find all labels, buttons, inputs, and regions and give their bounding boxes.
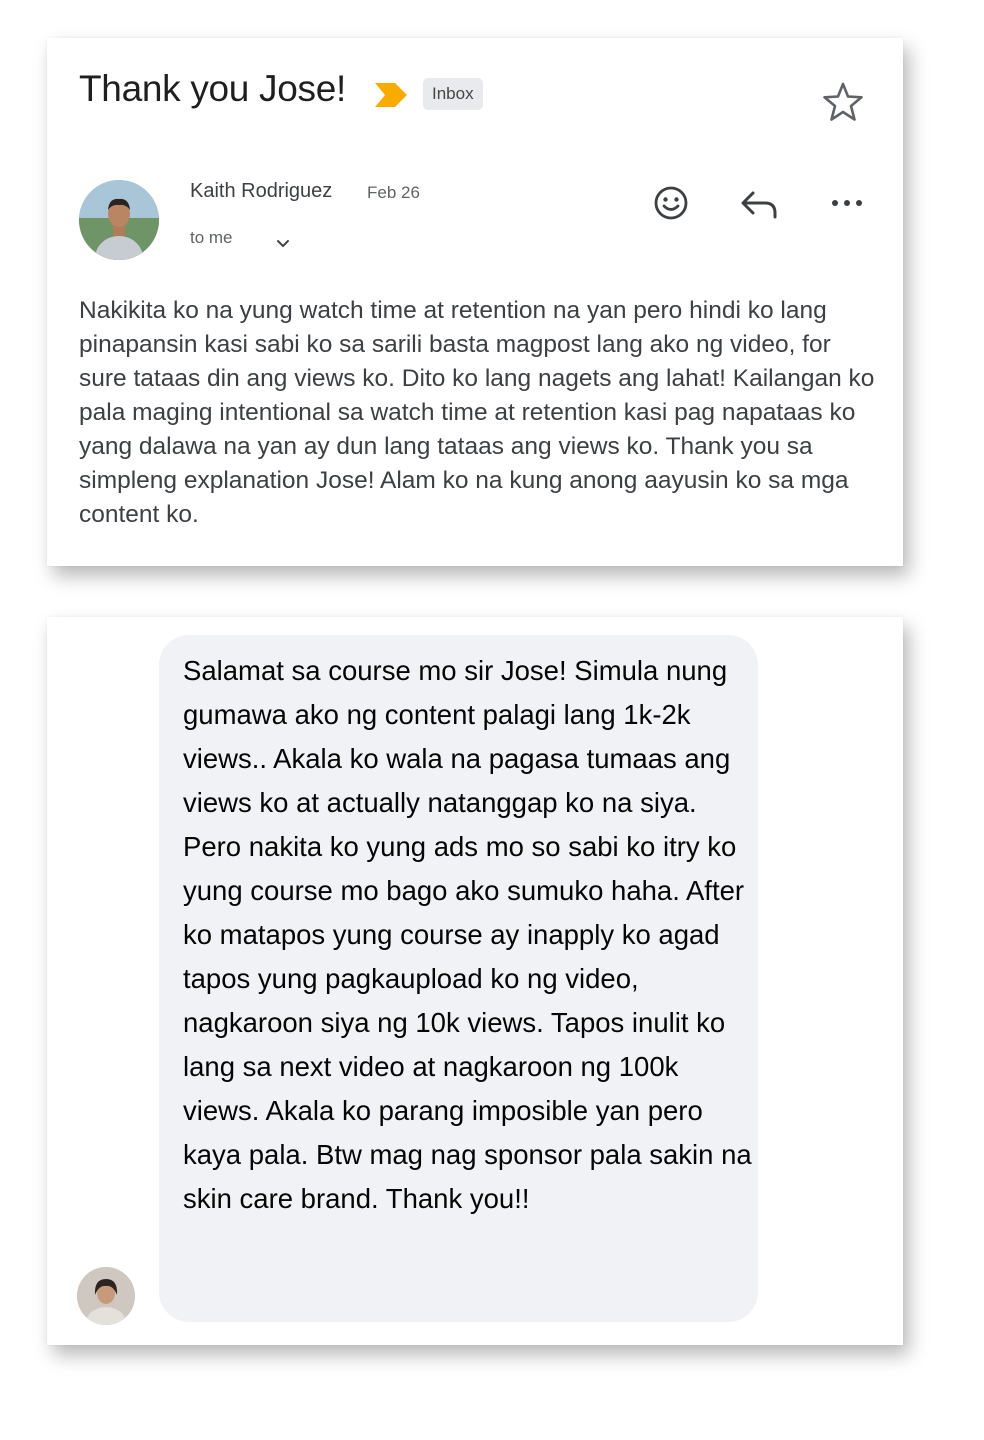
sender-name[interactable]: Kaith Rodriguez: [190, 180, 332, 203]
email-subject: Thank you Jose!: [79, 68, 346, 109]
chat-card: Salamat sa course mo sir Jose! Simula nu…: [47, 617, 903, 1345]
reply-icon[interactable]: [737, 181, 781, 225]
chat-avatar[interactable]: [77, 1267, 135, 1325]
sender-avatar[interactable]: [79, 180, 159, 260]
email-body: Nakikita ko na yung watch time at retent…: [79, 297, 875, 528]
star-icon[interactable]: [821, 80, 865, 124]
message-bubble[interactable]: Salamat sa course mo sir Jose! Simula nu…: [159, 635, 758, 1322]
more-horizontal-icon[interactable]: [825, 181, 869, 225]
avatar-photo: [79, 180, 159, 260]
recipient-text[interactable]: to me: [190, 228, 233, 248]
inbox-label-badge[interactable]: Inbox: [423, 78, 483, 110]
chat-avatar-photo: [77, 1267, 135, 1325]
message-text: Salamat sa course mo sir Jose! Simula nu…: [183, 655, 752, 1214]
email-date: Feb 26: [367, 183, 420, 202]
emoji-smile-icon[interactable]: [649, 181, 693, 225]
chevron-down-icon[interactable]: [273, 234, 293, 254]
email-card: Thank you Jose! Inbox Kaith Rodriguez Fe…: [47, 38, 903, 566]
importance-marker-icon[interactable]: [373, 81, 409, 109]
